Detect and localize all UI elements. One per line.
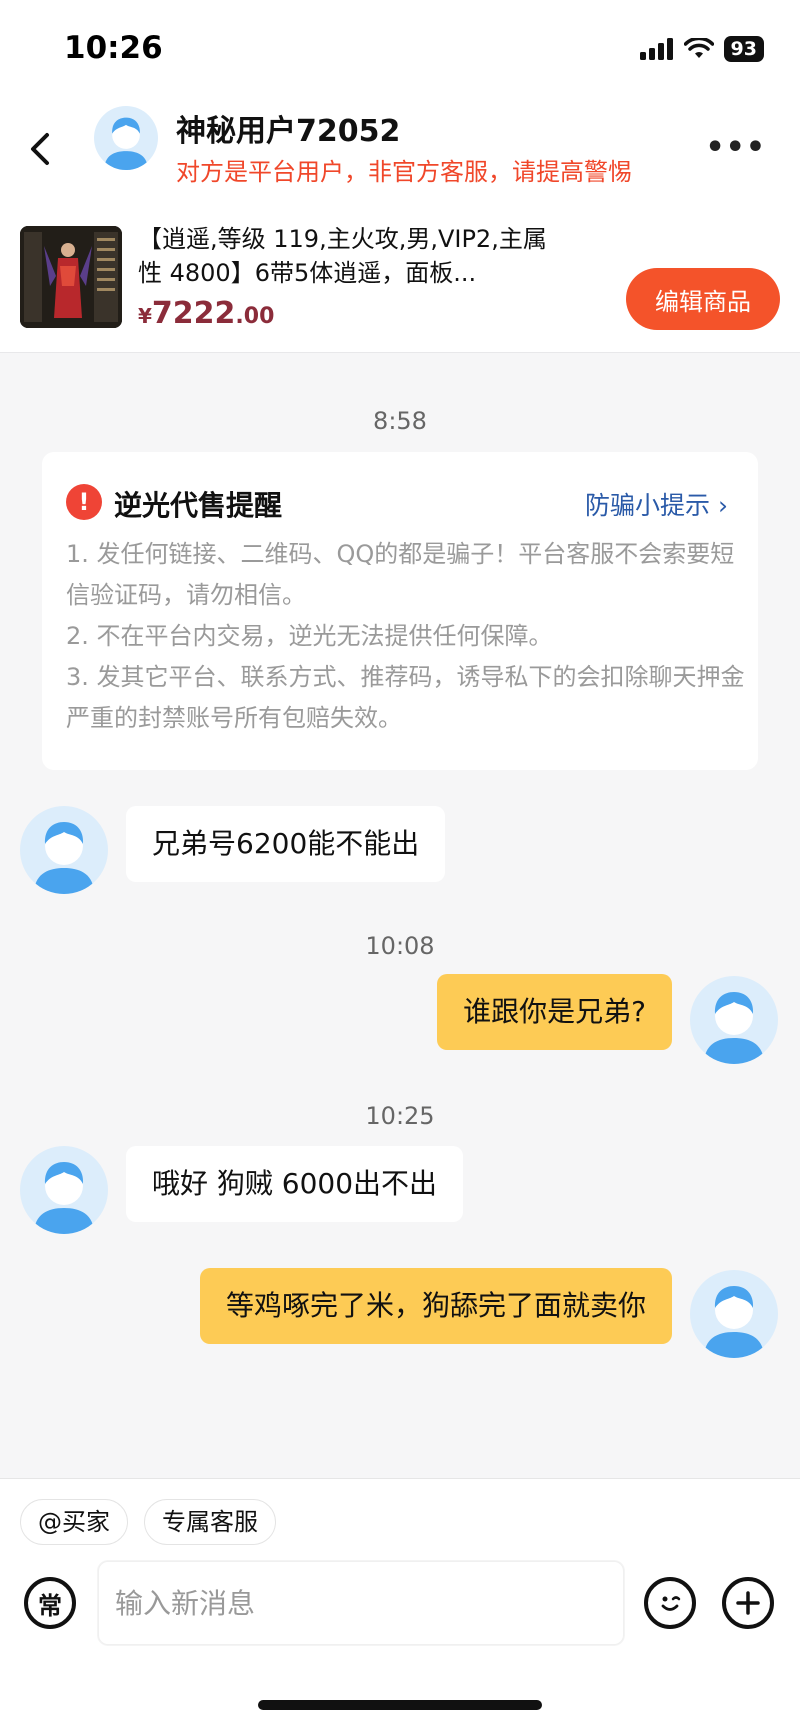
message-bubble-outgoing[interactable]: 等鸡啄完了米，狗舔完了面就卖你	[199, 1268, 672, 1344]
notice-body: 1. 发任何链接、二维码、QQ的都是骗子！平台客服不会索要短信验证码，请勿相信。…	[66, 534, 746, 739]
anti-fraud-tips-link[interactable]: 防骗小提示 ›	[585, 486, 728, 522]
composer-panel: @买家 专属客服 常	[0, 1478, 800, 1731]
product-thumbnail[interactable]	[20, 226, 122, 328]
message-bubble-incoming[interactable]: 兄弟号6200能不能出	[126, 806, 446, 882]
mention-buyer-chip[interactable]: @买家	[20, 1499, 128, 1545]
more-options-button[interactable]: •••	[705, 130, 766, 165]
back-button[interactable]	[18, 122, 62, 176]
price-currency: ¥	[138, 304, 152, 328]
chevron-left-icon	[31, 133, 49, 165]
battery-indicator: 93	[723, 36, 764, 62]
game-character-image	[20, 226, 122, 328]
sender-avatar[interactable]	[20, 806, 108, 894]
sender-avatar[interactable]	[20, 1146, 108, 1234]
wifi-icon	[683, 38, 714, 58]
message-timestamp: 10:08	[365, 932, 435, 960]
user-avatar-icon	[704, 1286, 764, 1358]
message-timestamp: 10:25	[365, 1102, 435, 1130]
product-price: ¥7222.00	[138, 296, 274, 331]
home-indicator	[258, 1700, 542, 1710]
notice-title: 逆光代售提醒	[114, 489, 283, 522]
common-phrases-button[interactable]: 常	[24, 1577, 76, 1629]
top-panel: 10:26 93 神秘用户72052 对方是平台用户，非官方客服，请提高警惕 •…	[0, 0, 800, 352]
message-bubble-incoming[interactable]: 哦好 狗贼 6000出不出	[126, 1146, 464, 1222]
plus-icon	[736, 1591, 760, 1615]
status-time: 10:26	[64, 30, 163, 66]
add-attachment-button[interactable]	[722, 1577, 774, 1629]
emoji-button[interactable]	[644, 1577, 696, 1629]
status-icons: 93	[639, 36, 764, 62]
user-avatar-icon	[704, 992, 764, 1064]
my-avatar[interactable]	[690, 1270, 778, 1358]
my-avatar[interactable]	[690, 976, 778, 1064]
user-avatar-icon	[104, 117, 148, 170]
user-avatar-icon	[34, 822, 94, 894]
notice-line: 3. 发其它平台、联系方式、推荐码，诱导私下的会扣除聊天押金严重的封禁账号所有包…	[66, 663, 745, 732]
user-avatar-icon	[34, 1162, 94, 1234]
message-timestamp: 8:58	[373, 407, 427, 435]
chat-partner-name: 神秘用户72052	[176, 114, 401, 149]
message-input[interactable]	[99, 1562, 623, 1644]
chat-partner-avatar[interactable]	[94, 106, 158, 170]
notice-line: 2. 不在平台内交易，逆光无法提供任何保障。	[66, 622, 553, 650]
safety-notice-card: ! 逆光代售提醒 防骗小提示 › 1. 发任何链接、二维码、QQ的都是骗子！平台…	[42, 452, 758, 770]
product-title[interactable]: 【逍遥,等级 119,主火攻,男,VIP2,主属性 4800】6带5体逍遥，面板…	[138, 222, 568, 290]
price-integer: 7222	[151, 296, 236, 331]
alert-icon: !	[66, 484, 102, 520]
safety-warning-text: 对方是平台用户，非官方客服，请提高警惕	[176, 158, 632, 186]
price-decimal: .00	[235, 304, 275, 329]
message-bubble-outgoing[interactable]: 谁跟你是兄弟?	[437, 974, 672, 1050]
notice-line: 1. 发任何链接、二维码、QQ的都是骗子！平台客服不会索要短信验证码，请勿相信。	[66, 540, 735, 609]
emoji-icon	[661, 1596, 681, 1611]
edit-product-button[interactable]: 编辑商品	[626, 268, 780, 330]
header-divider	[0, 352, 800, 353]
dedicated-support-chip[interactable]: 专属客服	[144, 1499, 276, 1545]
message-input-field[interactable]	[98, 1561, 624, 1645]
signal-icon	[639, 38, 673, 60]
